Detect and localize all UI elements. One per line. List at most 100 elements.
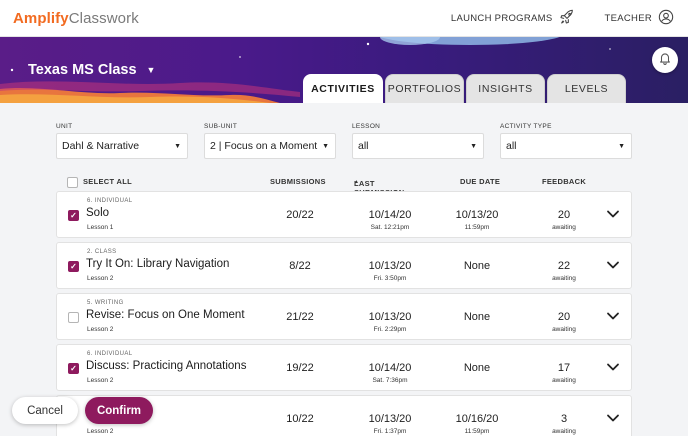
last-submission-date: 10/13/20	[368, 413, 412, 425]
class-name: Texas MS Class	[28, 62, 137, 78]
lesson-filter: LESSON all ▼	[352, 123, 484, 159]
chevron-down-icon[interactable]	[606, 259, 620, 271]
chevron-down-icon[interactable]	[606, 310, 620, 322]
feedback-status: awaiting	[552, 275, 576, 282]
table-header: SELECT ALL SUBMISSIONS LAST SUBMISSION ▲…	[56, 175, 632, 197]
activity-name[interactable]: Revise: Focus on One Moment	[86, 309, 245, 321]
activity-row[interactable]: 6. INDIVIDUAL Discuss: Practicing Annota…	[56, 344, 632, 391]
amplify-classwork-logo[interactable]: AmplifyClasswork	[13, 10, 139, 27]
feedback-count: 3	[560, 413, 568, 425]
activity-row[interactable]: 2. CLASS Try It On: Library Navigation L…	[56, 242, 632, 289]
activity-name[interactable]: Solo	[86, 207, 109, 219]
activities-panel: UNIT Dahl & Narrative ▼ SUB-UNIT 2 | Foc…	[0, 103, 688, 436]
last-submission-date: 10/13/20	[368, 311, 412, 323]
feedback-count: 17	[557, 362, 571, 374]
col-submissions[interactable]: SUBMISSIONS	[270, 177, 326, 186]
user-circle-icon	[658, 9, 674, 28]
feedback-count: 20	[557, 209, 571, 221]
due-date: None	[463, 311, 491, 323]
due-date: 10/16/20	[455, 413, 499, 425]
activity-lesson: Lesson 2	[87, 275, 114, 282]
col-due-date[interactable]: DUE DATE	[460, 177, 500, 186]
tab-insights[interactable]: INSIGHTS	[466, 74, 545, 103]
tab-levels[interactable]: LEVELS	[547, 74, 626, 103]
activity-type-filter: ACTIVITY TYPE all ▼	[500, 123, 632, 159]
last-submission-date: 10/14/20	[368, 209, 412, 221]
chevron-down-icon[interactable]	[606, 208, 620, 220]
class-selector[interactable]: Texas MS Class ▼	[28, 62, 155, 78]
chevron-down-icon[interactable]	[606, 361, 620, 373]
activity-type: 5. WRITING	[87, 300, 124, 306]
subunit-filter-label: SUB-UNIT	[204, 123, 238, 130]
section-tabs: ACTIVITIES PORTFOLIOS INSIGHTS LEVELS	[303, 74, 626, 103]
feedback-status: awaiting	[552, 428, 576, 435]
activity-name[interactable]: Try It On: Library Navigation	[86, 258, 229, 270]
submissions-count: 8/22	[289, 260, 311, 272]
activity-name[interactable]: Discuss: Practicing Annotations	[86, 360, 246, 372]
logo-product-text: Classwork	[68, 10, 139, 27]
page: AmplifyClasswork LAUNCH PROGRAMS TEACHER	[0, 0, 688, 436]
caret-down-icon: ▼	[174, 142, 181, 150]
subunit-select[interactable]: 2 | Focus on a Moment ▼	[204, 133, 336, 159]
launch-programs-label: LAUNCH PROGRAMS	[450, 13, 553, 24]
rocket-icon	[559, 9, 575, 28]
last-submission-time: Fri. 2:29pm	[373, 326, 407, 333]
due-date: None	[463, 260, 491, 272]
row-checkbox[interactable]	[68, 210, 79, 221]
submissions-count: 10/22	[286, 413, 314, 425]
submissions-count: 20/22	[286, 209, 314, 221]
sort-ascending-icon: ▲	[354, 179, 360, 185]
last-submission-time: Fri. 3:50pm	[373, 275, 407, 282]
activity-row[interactable]: 5. WRITING Revise: Focus on One Moment L…	[56, 293, 632, 340]
notifications-button[interactable]	[652, 47, 678, 73]
row-checkbox[interactable]	[68, 312, 79, 323]
activity-lesson: Lesson 2	[87, 428, 114, 435]
due-date: 10/13/20	[455, 209, 499, 221]
activity-row[interactable]: 6. INDIVIDUAL Solo Lesson 1 20/22 10/14/…	[56, 191, 632, 238]
unit-select-value: Dahl & Narrative	[62, 140, 140, 152]
subunit-filter: SUB-UNIT 2 | Focus on a Moment ▼	[204, 123, 336, 159]
caret-down-icon: ▼	[146, 65, 156, 75]
chevron-down-icon[interactable]	[606, 412, 620, 424]
activity-type-select[interactable]: all ▼	[500, 133, 632, 159]
select-all-label[interactable]: SELECT ALL	[83, 177, 132, 186]
unit-select[interactable]: Dahl & Narrative ▼	[56, 133, 188, 159]
feedback-status: awaiting	[552, 326, 576, 333]
feedback-count: 20	[557, 311, 571, 323]
col-feedback[interactable]: FEEDBACK	[542, 177, 586, 186]
top-nav: AmplifyClasswork LAUNCH PROGRAMS TEACHER	[0, 0, 688, 37]
caret-down-icon: ▼	[322, 142, 329, 150]
subunit-select-value: 2 | Focus on a Moment	[210, 140, 318, 152]
lesson-select[interactable]: all ▼	[352, 133, 484, 159]
activity-type: 6. INDIVIDUAL	[87, 351, 133, 357]
activity-lesson: Lesson 2	[87, 326, 114, 333]
teacher-menu[interactable]: TEACHER	[605, 9, 675, 28]
due-time: 11:59pm	[464, 428, 490, 435]
feedback-count: 22	[557, 260, 571, 272]
due-date: None	[463, 362, 491, 374]
caret-down-icon: ▼	[618, 142, 625, 150]
lesson-filter-label: LESSON	[352, 123, 381, 130]
row-checkbox[interactable]	[68, 261, 79, 272]
bell-icon	[658, 51, 672, 70]
launch-programs-link[interactable]: LAUNCH PROGRAMS	[451, 9, 575, 28]
tab-activities[interactable]: ACTIVITIES	[303, 74, 383, 103]
last-submission-time: Fri. 1:37pm	[373, 428, 407, 435]
checkbox[interactable]	[67, 177, 78, 188]
last-submission-date: 10/14/20	[368, 362, 412, 374]
cancel-button[interactable]: Cancel	[12, 397, 78, 424]
teacher-label: TEACHER	[604, 13, 652, 24]
activity-type: 6. INDIVIDUAL	[87, 198, 133, 204]
row-checkbox[interactable]	[68, 363, 79, 374]
unit-filter-label: UNIT	[56, 123, 73, 130]
submissions-count: 21/22	[286, 311, 314, 323]
tab-portfolios[interactable]: PORTFOLIOS	[385, 74, 464, 103]
feedback-status: awaiting	[552, 377, 576, 384]
last-submission-date: 10/13/20	[368, 260, 412, 272]
nav-right: LAUNCH PROGRAMS TEACHER	[451, 9, 674, 28]
confirm-button[interactable]: Confirm	[85, 397, 153, 424]
activity-type: 2. CLASS	[87, 249, 117, 255]
caret-down-icon: ▼	[470, 142, 477, 150]
logo-brand-text: Amplify	[13, 10, 69, 27]
unit-filter: UNIT Dahl & Narrative ▼	[56, 123, 188, 159]
